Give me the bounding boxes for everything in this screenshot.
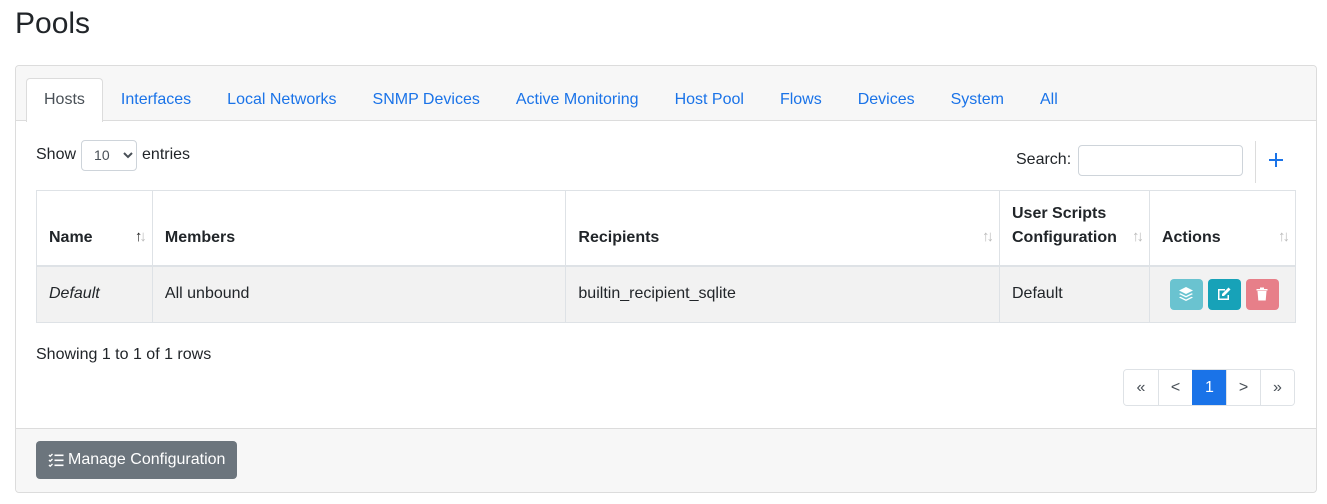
cell-recipients: builtin_recipient_sqlite xyxy=(565,265,1000,323)
layers-button[interactable] xyxy=(1169,278,1203,310)
sort-icon: ↑↓ xyxy=(982,227,994,245)
card-footer: Manage Configuration xyxy=(16,428,1316,492)
column-header-config[interactable]: User Scripts Configuration ↑↓ xyxy=(999,190,1150,267)
manage-configuration-button[interactable]: Manage Configuration xyxy=(36,441,238,479)
tab-devices[interactable]: Devices xyxy=(840,78,933,121)
plus-icon[interactable] xyxy=(1264,145,1288,175)
trash-icon xyxy=(1256,287,1268,301)
cell-members: All unbound xyxy=(151,265,567,323)
pools-card: Hosts Interfaces Local Networks SNMP Dev… xyxy=(15,65,1317,493)
tab-local-networks[interactable]: Local Networks xyxy=(209,78,354,121)
pagination: « < 1 > » xyxy=(1123,369,1295,406)
toolbar-divider xyxy=(1255,141,1256,183)
column-header-recipients[interactable]: Recipients ↑↓ xyxy=(565,190,1000,267)
column-header-name[interactable]: Name ↑↓ xyxy=(36,190,153,267)
tab-all[interactable]: All xyxy=(1022,78,1076,121)
tasks-icon xyxy=(48,453,64,468)
table-row: Default All unbound builtin_recipient_sq… xyxy=(36,265,1297,323)
page-prev-button[interactable]: < xyxy=(1158,370,1192,405)
search-label: Search: xyxy=(1016,151,1072,168)
show-label: Show xyxy=(36,146,77,163)
manage-configuration-label: Manage Configuration xyxy=(68,451,226,468)
tab-host-pool[interactable]: Host Pool xyxy=(657,78,762,121)
cell-actions xyxy=(1148,265,1297,323)
tab-system[interactable]: System xyxy=(933,78,1022,121)
page-first-button[interactable]: « xyxy=(1124,370,1158,405)
edit-icon xyxy=(1218,287,1231,301)
tab-active-monitoring[interactable]: Active Monitoring xyxy=(498,78,657,121)
delete-button[interactable] xyxy=(1245,278,1279,310)
sort-icon: ↑↓ xyxy=(1131,227,1144,245)
page-current-button[interactable]: 1 xyxy=(1192,370,1226,405)
entries-label: entries xyxy=(142,146,191,163)
pools-table: Name ↑↓ Members Recipients ↑↓ User Scrip… xyxy=(36,190,1297,323)
sort-icon: ↑↓ xyxy=(1278,227,1290,245)
length-control: Show 10 entries xyxy=(36,139,190,171)
tab-flows[interactable]: Flows xyxy=(762,78,840,121)
cell-config: Default xyxy=(999,265,1150,323)
layers-icon xyxy=(1179,287,1194,302)
entries-select[interactable]: 10 xyxy=(81,139,138,171)
table-header-row: Name ↑↓ Members Recipients ↑↓ User Scrip… xyxy=(36,190,1297,267)
page-last-button[interactable]: » xyxy=(1260,370,1294,405)
table-status: Showing 1 to 1 of 1 rows xyxy=(36,346,212,363)
card-header: Hosts Interfaces Local Networks SNMP Dev… xyxy=(16,66,1316,122)
page-next-button[interactable]: > xyxy=(1226,370,1260,405)
page-title: Pools xyxy=(15,7,91,40)
sort-asc-icon: ↑↓ xyxy=(134,227,147,245)
search-input[interactable] xyxy=(1078,144,1244,176)
tab-bar: Hosts Interfaces Local Networks SNMP Dev… xyxy=(26,78,1076,122)
tab-hosts[interactable]: Hosts xyxy=(26,78,103,122)
tab-snmp-devices[interactable]: SNMP Devices xyxy=(355,78,498,121)
column-header-actions[interactable]: Actions ↑↓ xyxy=(1148,190,1297,267)
cell-name: Default xyxy=(36,265,153,323)
edit-button[interactable] xyxy=(1207,278,1241,310)
search-control: Search: xyxy=(1016,144,1244,176)
column-header-members: Members xyxy=(151,190,567,267)
tab-interfaces[interactable]: Interfaces xyxy=(103,78,209,121)
